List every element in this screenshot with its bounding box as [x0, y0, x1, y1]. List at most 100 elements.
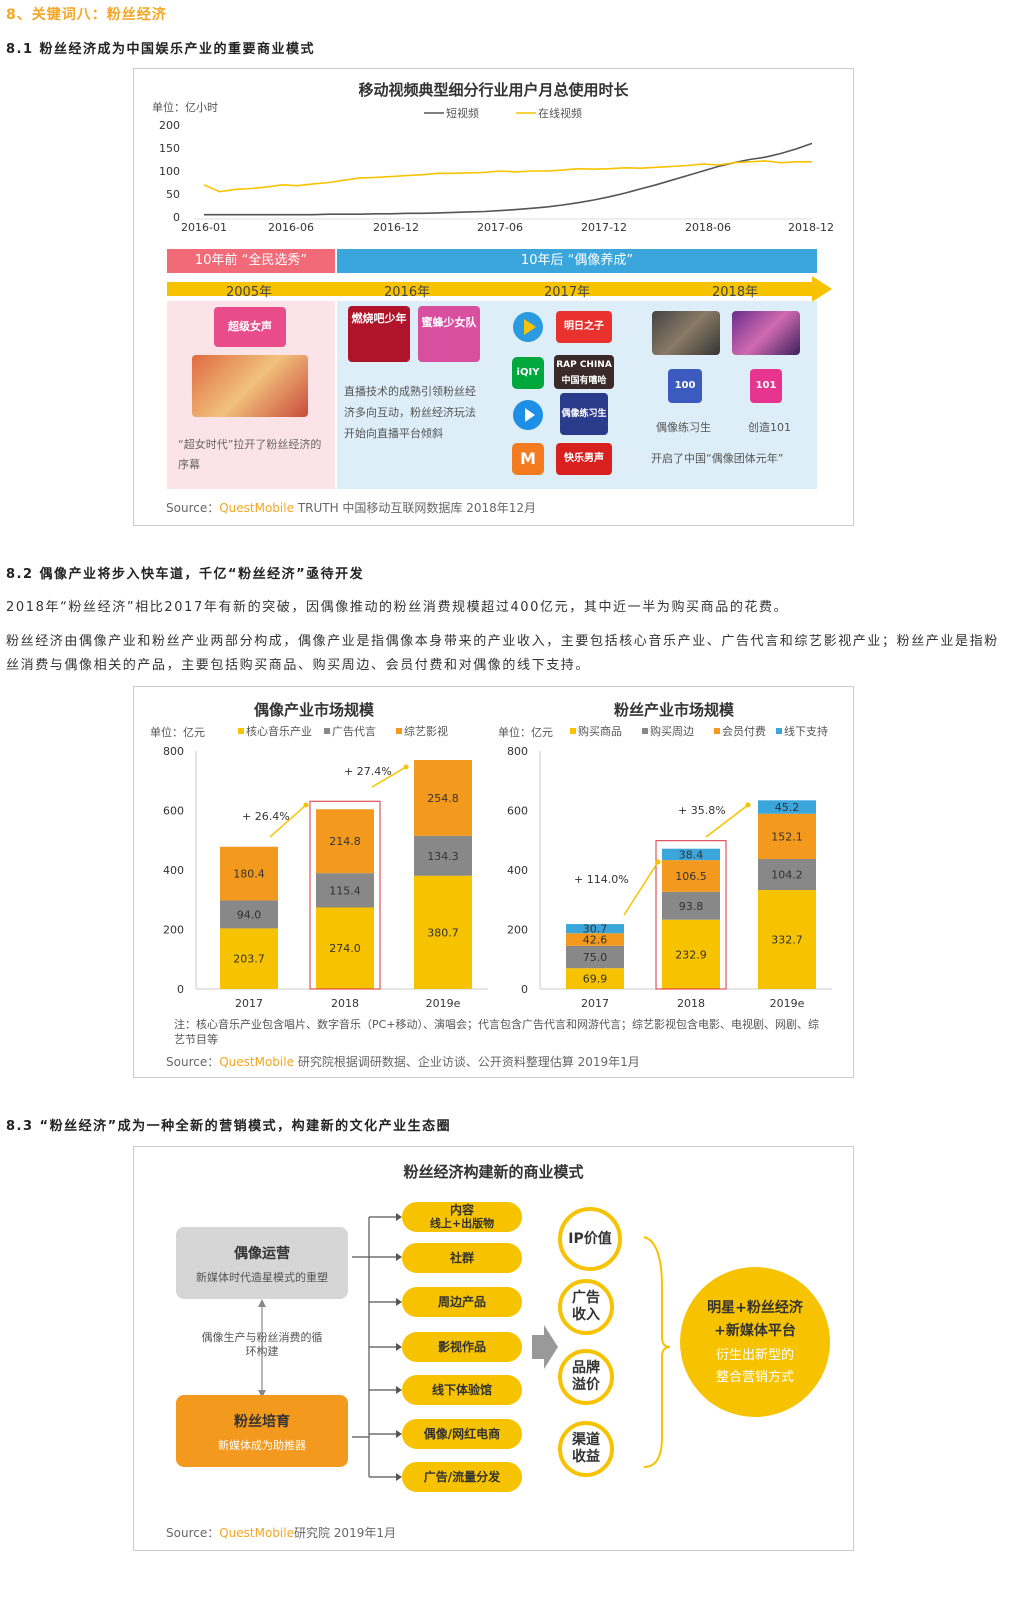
band-right: 10年后 “偶像养成” — [337, 249, 817, 273]
super-girl-logo: 超级女声 — [214, 307, 286, 347]
bar-chart-title-0: 偶像产业市场规模 — [254, 701, 375, 719]
y-tick-label: 800 — [507, 745, 528, 758]
y-tick-label: 400 — [507, 864, 528, 877]
growth-arrow-head — [655, 859, 661, 865]
circle-brand-premium: 品牌溢价 — [558, 1349, 614, 1405]
pill-merch: 周边产品 — [402, 1287, 522, 1317]
x-tick-label: 2017-06 — [477, 221, 523, 234]
source-rest: 研究院根据调研数据、企业访谈、公开资料整理估算 2019年1月 — [297, 1055, 640, 1069]
pill-community: 社群 — [402, 1243, 522, 1273]
show-logo-1: 燃烧吧少年 — [348, 306, 410, 362]
cycle-text: 偶像生产与粉丝消费的循环构建 — [201, 1331, 323, 1358]
source-rest: TRUTH 中国移动互联网数据库 2018年12月 — [297, 501, 537, 515]
bar-chart-unit-0: 单位：亿元 — [150, 725, 205, 739]
bar-value-label: 232.9 — [675, 948, 707, 961]
y-tick-label: 400 — [163, 864, 184, 877]
year-2005: 2005年 — [226, 285, 273, 300]
note-8-2: 注：核心音乐产业包含唱片、数字音乐（PC+移动）、演唱会；代言包含广告代言和网游… — [174, 1018, 820, 1046]
subsection-title-8-1: 8.1 粉丝经济成为中国娱乐产业的重要商业模式 — [6, 42, 316, 57]
legend-label: 线下支持 — [784, 724, 828, 738]
section-heading: 8、关键词八：粉丝经济 — [6, 7, 167, 23]
circle-ad-revenue: 广告收入 — [558, 1279, 614, 1335]
produce-101-label: 创造101 — [748, 421, 791, 434]
show-logo-2: 蜜蜂少女队 — [418, 306, 480, 362]
subsection-title-8-2: 8.2 偶像产业将步入快车道，千亿“粉丝经济”亟待开发 — [6, 567, 365, 582]
idol-group-photo-1 — [652, 311, 720, 355]
x-tick-label: 2018 — [331, 997, 359, 1010]
produce-101-badge: 101 — [750, 369, 782, 403]
pill-film: 影视作品 — [402, 1332, 522, 1362]
legend-label: 综艺影视 — [404, 724, 448, 738]
source-rest: 研究院 2019年1月 — [293, 1526, 396, 1540]
legend-label: 广告代言 — [332, 725, 376, 738]
growth-label: + 35.8% — [678, 804, 726, 817]
result-line-2: +新媒体平台 — [714, 1323, 796, 1339]
legend-swatch — [238, 728, 244, 734]
x-tick-label: 2017-12 — [581, 221, 627, 234]
bar-chart-title-1: 粉丝产业市场规模 — [614, 701, 735, 719]
x-tick-label: 2019e — [770, 997, 805, 1010]
source-prefix: Source： — [166, 501, 220, 515]
fan-cultivation-box: 粉丝培育 新媒体成为助推器 — [176, 1395, 348, 1467]
y-tick-label: 150 — [159, 142, 180, 155]
bar-value-label: 332.7 — [771, 934, 803, 947]
bar-value-label: 274.0 — [329, 942, 361, 955]
bar-value-label: 214.8 — [329, 835, 361, 848]
idol-operation-box: 偶像运营 新媒体时代造星模式的重塑 — [176, 1227, 348, 1299]
bar-value-label: 30.7 — [583, 923, 608, 936]
tencent-video-icon — [513, 312, 543, 342]
pill-ads: 广告/流量分发 — [402, 1462, 522, 1492]
result-line-4: 整合营销方式 — [715, 1370, 794, 1385]
x-tick-label: 2018 — [677, 997, 705, 1010]
bar-charts: 偶像产业市场规模单位：亿元 核心音乐产业 广告代言 综艺影视 0 200 400 600 800… — [150, 701, 832, 1010]
legend-swatch — [570, 728, 576, 734]
bar-value-label: 380.7 — [427, 926, 459, 939]
caption-left: “超女时代”拉开了粉丝经济的序幕 — [178, 438, 322, 471]
x-tick-label: 2016-12 — [373, 221, 419, 234]
bar-value-label: 38.4 — [679, 848, 704, 861]
x-tick-label: 2017 — [235, 997, 263, 1010]
growth-arrow-head — [303, 802, 309, 808]
source-brand: QuestMobile — [219, 1055, 294, 1069]
bar-value-label: 69.9 — [583, 973, 608, 986]
rap-china-logo: RAP CHINA 中国有嘻哈 — [554, 355, 614, 389]
y-tick-label: 200 — [507, 924, 528, 937]
pill-content-line1: 内容 — [449, 1203, 474, 1217]
growth-arrow-head — [745, 802, 751, 808]
source-brand: QuestMobile — [219, 501, 294, 515]
y-tick-label: 0 — [521, 983, 528, 996]
figure-8-2: 偶像产业市场规模 单位：亿元 核心音乐产业 广告代言 综艺影视 0 200 400 600 800… — [133, 686, 854, 1078]
y-tick-label: 600 — [163, 805, 184, 818]
idol-operation-subtitle: 新媒体时代造星模式的重塑 — [196, 1271, 328, 1284]
bar-chart-unit-1: 单位：亿元 — [498, 725, 553, 739]
idol-producer-badge: 100 — [668, 369, 702, 403]
x-tick-label: 2017 — [581, 997, 609, 1010]
year-2018: 2018年 — [712, 285, 759, 300]
x-tick-label: 2016-06 — [268, 221, 314, 234]
year-2017: 2017年 — [544, 285, 591, 300]
y-tick-label: 0 — [173, 211, 180, 224]
x-tick-label: 2019e — [426, 997, 461, 1010]
growth-label: + 114.0% — [574, 873, 629, 886]
subsection-title-8-3: 8.3 “粉丝经济”成为一种全新的营销模式，构建新的文化产业生态圈 — [6, 1119, 452, 1134]
happy-boys-logo: 快乐男声 — [556, 443, 612, 475]
source-8-1: Source：QuestMobile TRUTH 中国移动互联网数据库 2018… — [166, 499, 536, 516]
figure-8-1: 移动视频典型细分行业用户月总使用时长 单位：亿小时 0 50 100 150 200 20… — [133, 68, 854, 526]
legend-swatch — [642, 728, 648, 734]
growth-label: + 27.4% — [344, 765, 392, 778]
bar-value-label: 75.0 — [583, 951, 608, 964]
bar-value-label: 93.8 — [679, 900, 704, 913]
mingrizhizi-logo: 明日之子 — [556, 311, 612, 343]
y-tick-label: 600 — [507, 805, 528, 818]
pill-content: 内容 线上+出版物 — [402, 1202, 522, 1232]
x-tick-label: 2018-06 — [685, 221, 731, 234]
y-tick-label: 200 — [163, 924, 184, 937]
legend-swatch — [396, 728, 402, 734]
x-tick-label: 2018-12 — [788, 221, 834, 234]
mango-tv-icon: M — [512, 443, 544, 475]
source-prefix: Source： — [166, 1526, 220, 1540]
growth-arrow-head — [403, 764, 409, 770]
result-circle: 明星+粉丝经济 +新媒体平台 衍生出新型的 整合营销方式 — [680, 1267, 830, 1417]
source-prefix: Source： — [166, 1055, 220, 1069]
bar-value-label: 180.4 — [233, 868, 265, 881]
